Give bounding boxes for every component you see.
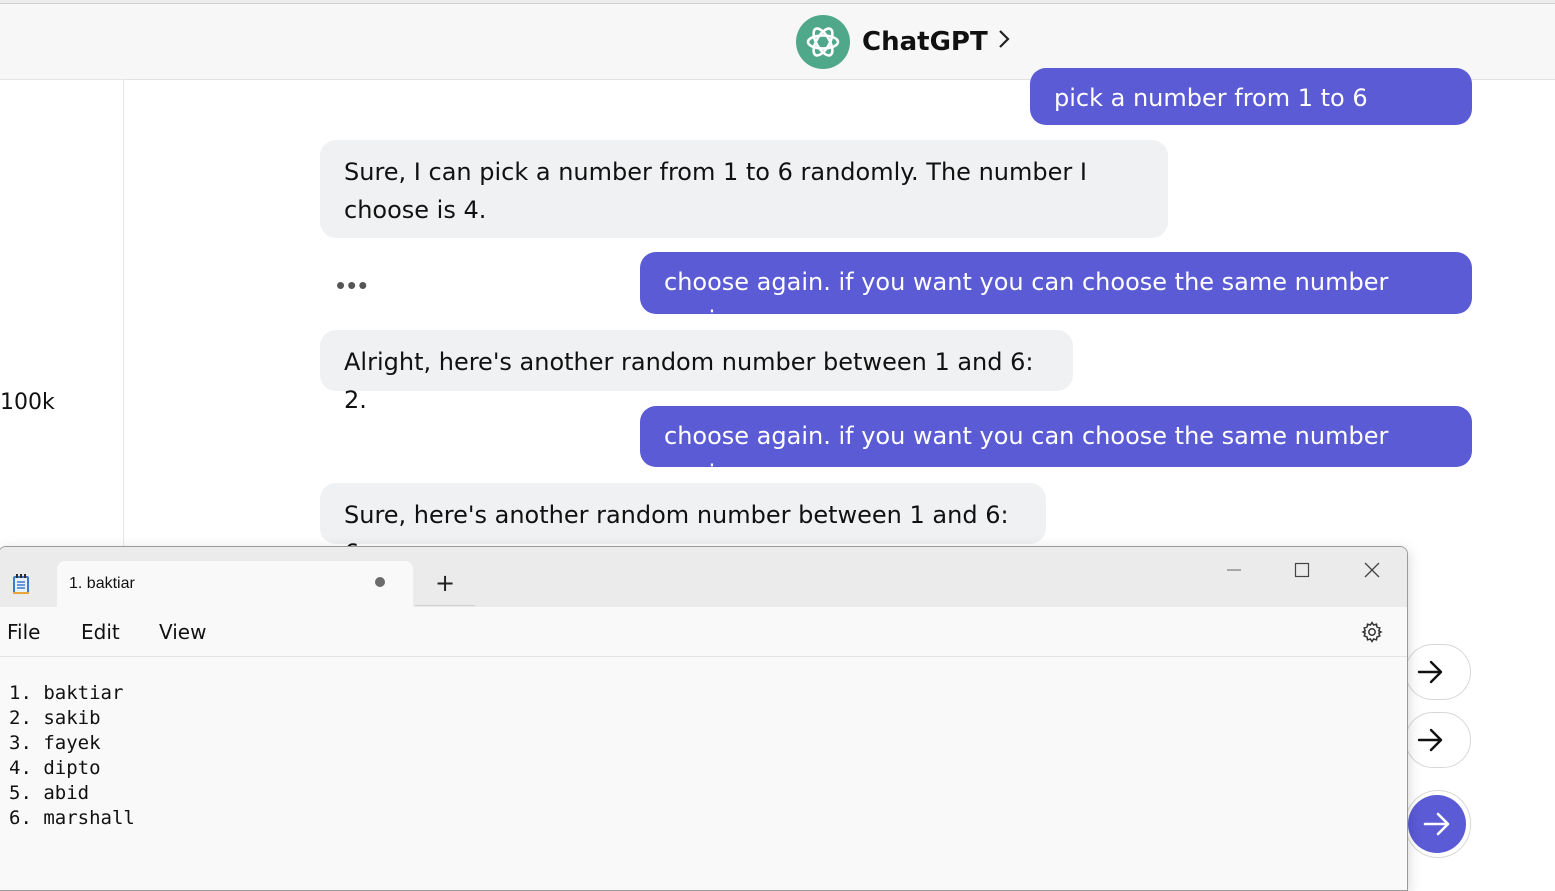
close-button[interactable] [1349,553,1395,587]
arrow-button[interactable] [1405,712,1471,768]
minimize-icon [1227,569,1241,571]
minimize-button[interactable] [1211,553,1257,587]
chat-title: ChatGPT [862,27,988,57]
gear-icon[interactable] [1360,620,1384,644]
text-line: 3. fayek [9,732,101,754]
menu-bar: File Edit View [0,607,1407,657]
left-panel-header [0,4,124,80]
user-message: choose again. if you want you can choose… [640,252,1472,334]
maximize-button[interactable] [1279,553,1325,587]
tab-title: 1. baktiar [69,575,135,592]
menu-file[interactable]: File [7,620,40,644]
send-circle [1408,795,1466,853]
maximize-icon [1294,562,1310,578]
notepad-titlebar[interactable]: 1. baktiar + [0,547,1407,607]
notepad-window: 1. baktiar + File Edit View 1. baktiar 2… [0,546,1408,891]
chatgpt-logo-icon [796,15,850,69]
tab-document[interactable]: 1. baktiar [57,561,413,607]
text-line: 2. sakib [9,707,101,729]
send-button[interactable] [1405,790,1471,858]
unsaved-dot-icon[interactable] [375,577,385,587]
text-line: 6. marshall [9,807,135,829]
ellipsis-icon[interactable]: ••• [336,270,369,301]
menu-view[interactable]: View [159,620,206,644]
assistant-message: Sure, I can pick a number from 1 to 6 ra… [320,140,1168,238]
arrow-right-icon [1417,660,1443,684]
plus-icon[interactable]: + [435,569,455,597]
text-line: 4. dipto [9,757,101,779]
assistant-message: Alright, here's another random number be… [320,330,1073,414]
tab-divider [415,605,475,606]
menu-edit[interactable]: Edit [81,620,120,644]
side-text: 100k [0,390,55,415]
arrow-right-icon [1417,728,1443,752]
chevron-right-icon [998,29,1010,55]
user-message: pick a number from 1 to 6 please [1030,68,1472,150]
text-line: 1. baktiar [9,682,124,704]
chat-title-button[interactable]: ChatGPT [796,15,1010,69]
assistant-message: Sure, here's another random number betwe… [320,483,1046,567]
arrow-button[interactable] [1405,644,1471,700]
notepad-icon [13,574,29,594]
text-line: 5. abid [9,782,90,804]
arrow-right-icon [1423,812,1450,836]
close-icon [1364,562,1380,578]
text-editor[interactable]: 1. baktiar 2. sakib 3. fayek 4. dipto 5.… [0,658,1407,890]
user-message: choose again. if you want you can choose… [640,406,1472,488]
